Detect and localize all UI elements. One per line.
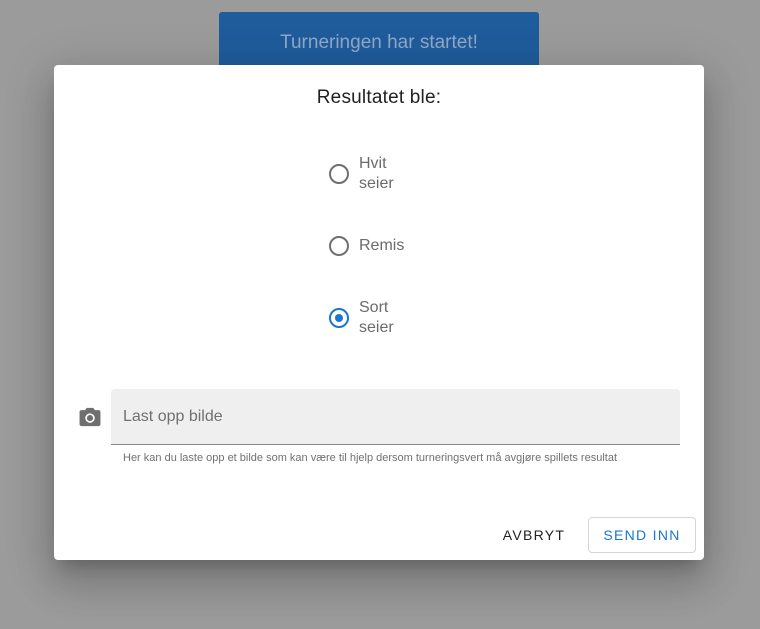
radio-button[interactable] <box>329 164 349 184</box>
submit-button[interactable]: SEND INN <box>588 517 696 553</box>
radio-button[interactable] <box>329 236 349 256</box>
result-dialog: Resultatet ble: Hvit seier Remis Sort se… <box>54 65 704 560</box>
camera-icon[interactable] <box>79 407 101 427</box>
radio-option-white-win[interactable]: Hvit seier <box>329 154 404 194</box>
dialog-title: Resultatet ble: <box>316 87 442 108</box>
radio-button-selected[interactable] <box>329 308 349 328</box>
radio-label-draw: Remis <box>359 237 405 254</box>
radio-label-white-win: Hvit seier <box>359 155 394 192</box>
radio-label-black-win: Sort seier <box>359 299 394 336</box>
upload-image-field[interactable]: Last opp bilde <box>111 389 680 445</box>
cancel-button[interactable]: AVBRYT <box>491 517 577 553</box>
radio-option-black-win[interactable]: Sort seier <box>329 298 404 338</box>
radio-option-draw[interactable]: Remis <box>329 236 404 256</box>
upload-helper-text: Her kan du laste opp et bilde som kan væ… <box>123 452 618 464</box>
